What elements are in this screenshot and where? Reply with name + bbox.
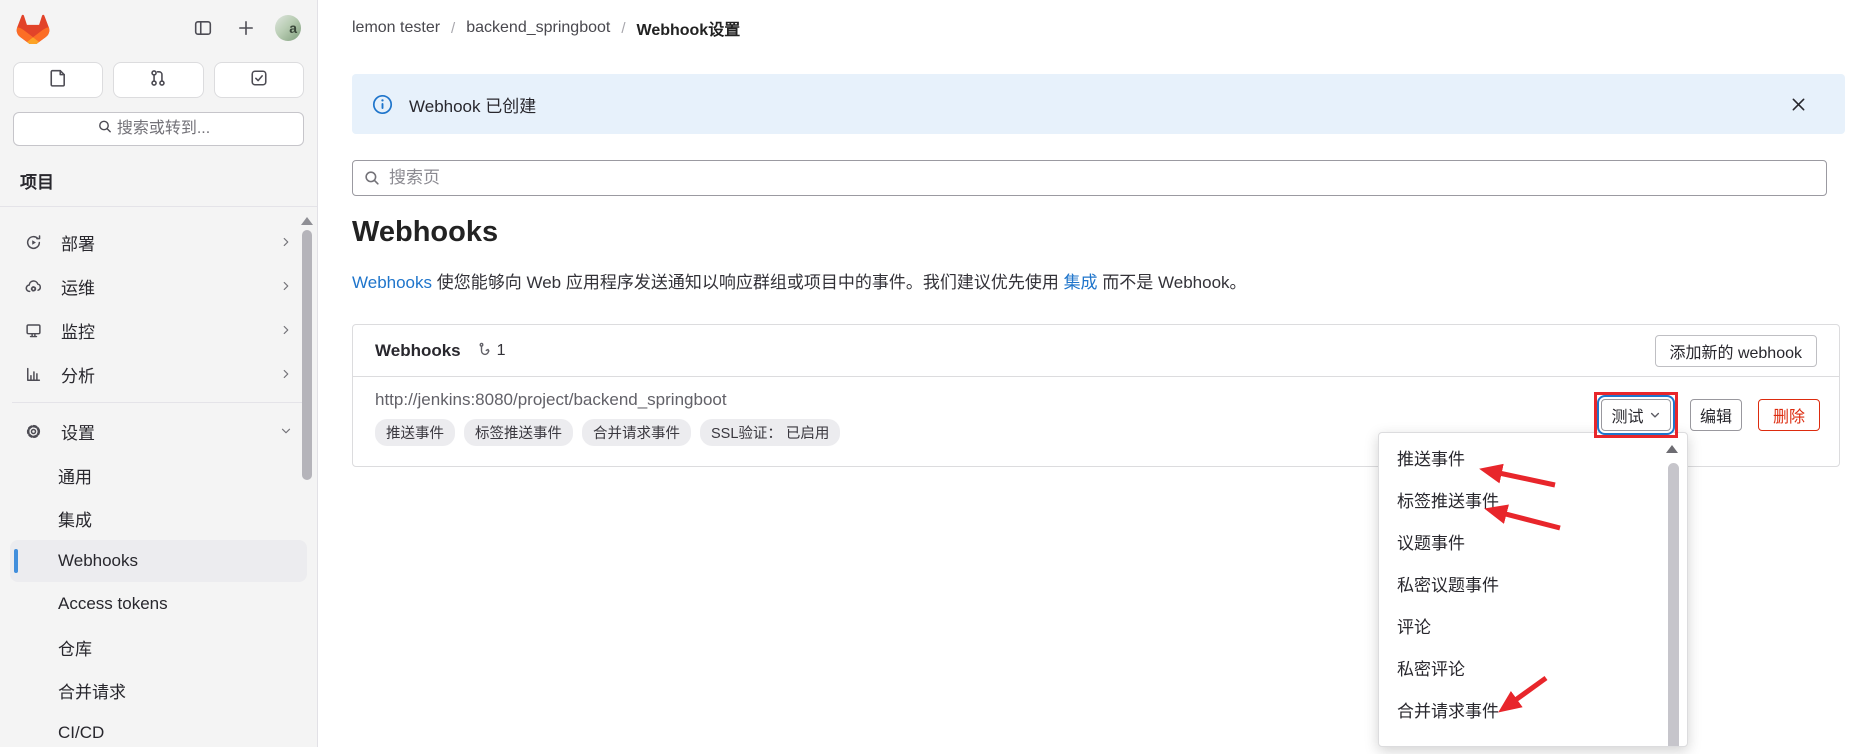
red-annotation-box: 测试 — [1594, 392, 1678, 438]
sidebar-search-input[interactable] — [13, 112, 304, 146]
alert-banner: Webhook 已创建 — [352, 74, 1845, 134]
monitor-icon — [20, 322, 46, 339]
test-dropdown-menu: 推送事件 标签推送事件 议题事件 私密议题事件 评论 私密评论 合并请求事件 — [1378, 432, 1688, 747]
dropdown-item-comments[interactable]: 评论 — [1379, 607, 1687, 649]
sidebar-item-merge-requests[interactable]: 合并请求 — [10, 669, 307, 711]
sidebar: a 项目 部署 — [0, 0, 318, 747]
badge-tag-push-events: 标签推送事件 — [464, 419, 573, 446]
alert-message: Webhook 已创建 — [409, 92, 536, 117]
dropdown-item-confidential-issues-events[interactable]: 私密议题事件 — [1379, 565, 1687, 607]
page-search — [352, 160, 1827, 196]
dropdown-item-issues-events[interactable]: 议题事件 — [1379, 523, 1687, 565]
breadcrumb-project[interactable]: backend_springboot — [466, 19, 610, 37]
chevron-right-icon — [279, 279, 293, 293]
page-title: Webhooks — [352, 216, 498, 249]
avatar[interactable]: a — [275, 15, 301, 41]
sidebar-item-operate[interactable]: 运维 — [10, 264, 307, 308]
sidebar-section-label: 项目 — [0, 168, 317, 207]
dropdown-scrollbar[interactable] — [1668, 463, 1679, 747]
test-button-label: 测试 — [1611, 403, 1643, 427]
sidebar-item-webhooks[interactable]: Webhooks — [10, 540, 307, 582]
description-text: 使您能够向 Web 应用程序发送通知以响应群组或项目中的事件。我们建议优先使用 — [432, 273, 1064, 292]
sidebar-item-settings[interactable]: 设置 — [10, 409, 307, 453]
hook-icon — [473, 342, 490, 359]
dropdown-item-confidential-comments[interactable]: 私密评论 — [1379, 649, 1687, 691]
search-icon — [363, 169, 381, 192]
sidebar-topbar: a — [0, 0, 317, 56]
breadcrumb-separator: / — [451, 20, 455, 37]
card-title: Webhooks — [375, 341, 461, 361]
test-button[interactable]: 测试 — [1601, 399, 1671, 431]
dropdown-item-merge-request-events[interactable]: 合并请求事件 — [1379, 691, 1687, 733]
sidebar-item-repository[interactable]: 仓库 — [10, 626, 307, 668]
delete-button[interactable]: 删除 — [1758, 399, 1820, 431]
webhooks-docs-link[interactable]: Webhooks — [352, 273, 432, 292]
shortcut-todos-button[interactable] — [214, 62, 304, 98]
scroll-up-arrow-icon[interactable] — [301, 217, 313, 225]
gitlab-logo-icon[interactable] — [16, 12, 50, 44]
dropdown-item-tag-push-events[interactable]: 标签推送事件 — [1379, 481, 1687, 523]
page-description: Webhooks 使您能够向 Web 应用程序发送通知以响应群组或项目中的事件。… — [352, 268, 1247, 293]
todo-check-icon — [250, 69, 268, 92]
sidebar-item-cicd[interactable]: CI/CD — [10, 712, 307, 754]
sidebar-search — [13, 112, 304, 146]
badge-push-events: 推送事件 — [375, 419, 455, 446]
chevron-right-icon — [279, 323, 293, 337]
sidebar-scrollbar[interactable] — [302, 230, 312, 480]
page-search-input[interactable] — [352, 160, 1827, 196]
sidebar-nav: 部署 运维 监控 分析 — [0, 220, 317, 754]
sidebar-item-label: 监控 — [61, 318, 95, 343]
add-webhook-button[interactable]: 添加新的 webhook — [1655, 335, 1818, 367]
webhooks-card-header: Webhooks 1 添加新的 webhook — [353, 325, 1839, 377]
sidebar-toggle-icon[interactable] — [189, 14, 217, 42]
issues-icon — [49, 69, 67, 92]
badge-ssl-verification: SSL验证： 已启用 — [700, 419, 840, 446]
sidebar-item-analyze[interactable]: 分析 — [10, 352, 307, 396]
sidebar-item-label: 运维 — [61, 274, 95, 299]
chevron-down-icon — [279, 424, 293, 438]
plus-icon[interactable] — [232, 14, 260, 42]
main-content: lemon tester / backend_springboot / Webh… — [318, 0, 1859, 747]
shortcut-issues-button[interactable] — [13, 62, 103, 98]
breadcrumb-separator: / — [621, 20, 625, 37]
operate-icon — [20, 278, 46, 295]
chevron-down-icon — [1649, 409, 1661, 421]
info-icon — [372, 94, 393, 115]
breadcrumb-group[interactable]: lemon tester — [352, 19, 440, 37]
breadcrumb: lemon tester / backend_springboot / Webh… — [318, 0, 1859, 56]
sidebar-divider — [12, 402, 305, 403]
chevron-right-icon — [279, 235, 293, 249]
badge-merge-request-events: 合并请求事件 — [582, 419, 691, 446]
edit-button[interactable]: 编辑 — [1690, 399, 1742, 431]
merge-request-icon — [149, 69, 167, 92]
sidebar-item-monitor[interactable]: 监控 — [10, 308, 307, 352]
description-text: 而不是 Webhook。 — [1098, 273, 1247, 292]
sidebar-item-access-tokens[interactable]: Access tokens — [10, 583, 307, 625]
scroll-up-arrow-icon[interactable] — [1666, 445, 1678, 453]
breadcrumb-current-page: Webhook设置 — [637, 16, 741, 40]
sidebar-item-deploy[interactable]: 部署 — [10, 220, 307, 264]
shortcut-merge-requests-button[interactable] — [113, 62, 203, 98]
deployments-icon — [20, 234, 46, 251]
sidebar-item-general[interactable]: 通用 — [10, 454, 307, 496]
sidebar-item-label: 设置 — [61, 419, 95, 444]
dropdown-item-push-events[interactable]: 推送事件 — [1379, 439, 1687, 481]
sidebar-item-label: 部署 — [61, 230, 95, 255]
settings-icon — [20, 423, 46, 440]
integrations-link[interactable]: 集成 — [1064, 273, 1098, 292]
webhook-count: 1 — [497, 342, 506, 360]
close-icon[interactable] — [1783, 89, 1813, 119]
sidebar-item-integrations[interactable]: 集成 — [10, 497, 307, 539]
search-icon — [97, 119, 113, 140]
analyze-icon — [20, 366, 46, 383]
chevron-right-icon — [279, 367, 293, 381]
sidebar-shortcuts — [13, 62, 304, 98]
sidebar-item-label: 分析 — [61, 362, 95, 387]
